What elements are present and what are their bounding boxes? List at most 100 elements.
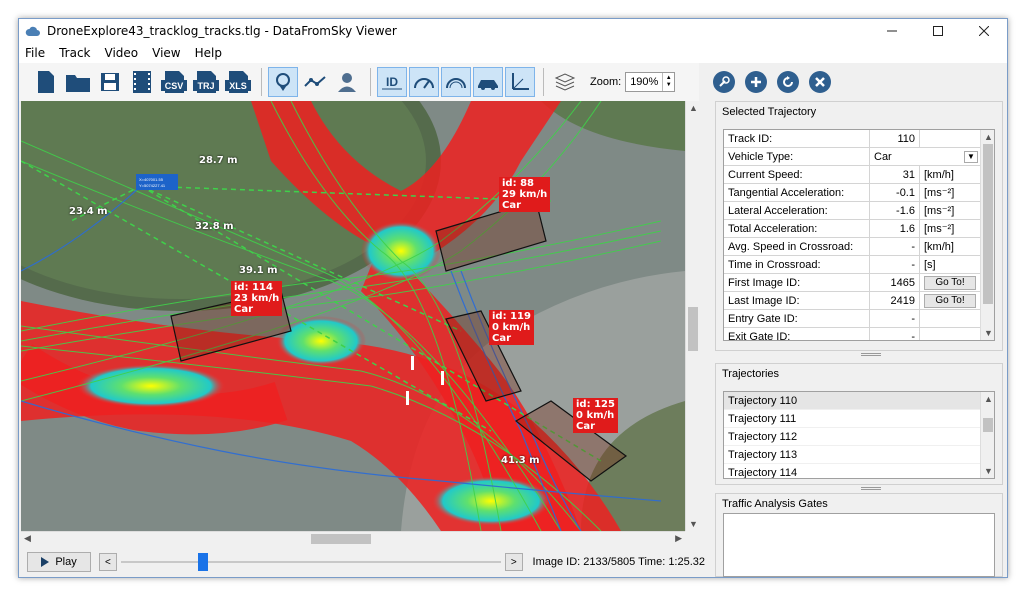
video-viewport[interactable]: X=407001.55 Y=5074227.41 28.7 m 23.4 m 3…	[21, 101, 685, 531]
distance-label: 23.4 m	[69, 206, 108, 217]
properties-scroll-thumb[interactable]	[983, 144, 993, 304]
location-tool-button[interactable]	[268, 67, 298, 97]
spin-up-icon: ▲	[665, 75, 672, 81]
show-id-button[interactable]: ID	[377, 67, 407, 97]
open-folder-button[interactable]	[63, 67, 93, 97]
scroll-up-icon[interactable]: ▲	[689, 103, 698, 113]
export-csv-button[interactable]: CSV	[159, 67, 189, 97]
goto-last-image-button[interactable]: Go To!	[924, 293, 976, 308]
next-frame-button[interactable]: >	[505, 553, 523, 571]
toolbar-separator	[370, 68, 371, 96]
property-label: Current Speed:	[724, 166, 870, 183]
show-speed-button[interactable]	[409, 67, 439, 97]
slider-handle[interactable]	[197, 553, 208, 571]
viewport-vscroll-thumb[interactable]	[688, 307, 698, 351]
scroll-left-icon[interactable]: ◀	[24, 533, 31, 544]
save-button[interactable]	[95, 67, 125, 97]
trj-label: TRJ	[197, 81, 214, 91]
scroll-down-icon[interactable]: ▼	[689, 519, 698, 529]
export-xls-button[interactable]: XLS	[223, 67, 253, 97]
distance-label: 41.3 m	[501, 455, 540, 466]
property-unit: [km/h]	[924, 240, 954, 253]
menu-file[interactable]: File	[25, 46, 45, 60]
property-value: -	[870, 256, 920, 273]
show-acceleration-button[interactable]	[441, 67, 471, 97]
layers-button[interactable]	[550, 67, 580, 97]
menu-track[interactable]: Track	[59, 46, 90, 60]
scroll-up-icon[interactable]: ▲	[984, 132, 993, 142]
scroll-up-icon[interactable]: ▲	[984, 394, 993, 404]
refresh-button[interactable]	[777, 71, 799, 93]
trajectories-scrollbar[interactable]: ▲ ▼	[980, 392, 994, 478]
trajectory-icon	[304, 76, 326, 87]
vehicle-id: id: 125	[576, 399, 615, 410]
show-axes-button[interactable]	[505, 67, 535, 97]
list-item[interactable]: Trajectory 112	[724, 428, 994, 446]
property-label: Lateral Acceleration:	[724, 202, 870, 219]
menu-help[interactable]: Help	[195, 46, 222, 60]
trajectory-tool-button[interactable]	[300, 67, 330, 97]
right-panel: Selected Trajectory Track ID: 110 Vehicl…	[711, 101, 1007, 579]
previous-frame-button[interactable]: <	[99, 553, 117, 571]
property-unit: [ms⁻²]	[924, 205, 955, 217]
property-label: Time in Crossroad:	[724, 256, 870, 273]
close-button[interactable]	[961, 19, 1007, 43]
user-tool-button[interactable]	[332, 67, 362, 97]
image-id-value: 2133/5805	[583, 556, 636, 568]
minimize-button[interactable]	[869, 19, 915, 43]
new-file-button[interactable]	[31, 67, 61, 97]
properties-scrollbar[interactable]: ▲ ▼	[980, 130, 994, 340]
show-vehicle-type-button[interactable]	[473, 67, 503, 97]
property-label: Total Acceleration:	[724, 220, 870, 237]
scroll-down-icon[interactable]: ▼	[984, 466, 993, 476]
zoom-input[interactable]: 190% ▲ ▼	[625, 72, 676, 92]
menu-view[interactable]: View	[152, 46, 180, 60]
time-value: 1:25.32	[668, 556, 706, 568]
edit-button[interactable]	[713, 71, 735, 93]
play-button[interactable]: Play	[27, 552, 92, 572]
distance-label: 32.8 m	[195, 221, 234, 232]
vehicle-type: Car	[502, 200, 522, 211]
film-icon	[133, 71, 151, 93]
scroll-down-icon[interactable]: ▼	[984, 328, 993, 338]
spin-down-icon: ▼	[665, 82, 672, 88]
viewport-hscroll-thumb[interactable]	[311, 534, 371, 544]
app-cloud-icon	[25, 23, 41, 39]
viewport-vertical-scrollbar[interactable]: ▲ ▼	[685, 101, 699, 531]
property-value: 1465	[870, 274, 920, 291]
panel-splitter[interactable]	[861, 487, 881, 490]
vehicle-id: id: 119	[492, 311, 531, 322]
viewport-horizontal-scrollbar[interactable]: ◀ ▶	[21, 531, 685, 545]
list-item[interactable]: Trajectory 113	[724, 446, 994, 464]
menu-bar: File Track Video View Help	[19, 43, 1007, 63]
property-value: 2419	[870, 292, 920, 309]
vehicle-label-119: id: 119 0 km/h Car	[489, 310, 534, 345]
list-item[interactable]: Trajectory 110	[724, 392, 994, 410]
trajectories-scroll-thumb[interactable]	[983, 418, 993, 432]
property-unit: [s]	[924, 258, 936, 271]
maximize-button[interactable]	[915, 19, 961, 43]
export-trj-button[interactable]: TRJ	[191, 67, 221, 97]
maximize-icon	[933, 26, 943, 36]
goto-first-image-button[interactable]: Go To!	[924, 275, 976, 290]
menu-video[interactable]: Video	[105, 46, 139, 60]
scroll-right-icon[interactable]: ▶	[675, 533, 682, 544]
refresh-icon	[783, 76, 793, 87]
video-button[interactable]	[127, 67, 157, 97]
list-item[interactable]: Trajectory 111	[724, 410, 994, 428]
list-item[interactable]: Trajectory 114	[724, 464, 994, 479]
location-pin-icon	[276, 73, 290, 91]
play-label: Play	[55, 556, 77, 568]
vehicle-speed: 23 km/h	[234, 293, 280, 304]
vehicle-type: Car	[492, 333, 512, 344]
zoom-spinner[interactable]: ▲ ▼	[662, 73, 674, 91]
add-button[interactable]	[745, 71, 767, 93]
timeline-slider[interactable]	[120, 553, 502, 571]
traffic-gates-list[interactable]	[723, 513, 995, 577]
slider-track	[120, 561, 502, 563]
panel-splitter[interactable]	[861, 353, 881, 356]
vehicle-type-select[interactable]: Car ▼	[870, 148, 980, 165]
distance-label: 28.7 m	[199, 155, 238, 166]
app-window: DroneExplore43_tracklog_tracks.tlg - Dat…	[18, 18, 1008, 578]
remove-button[interactable]	[809, 71, 831, 93]
